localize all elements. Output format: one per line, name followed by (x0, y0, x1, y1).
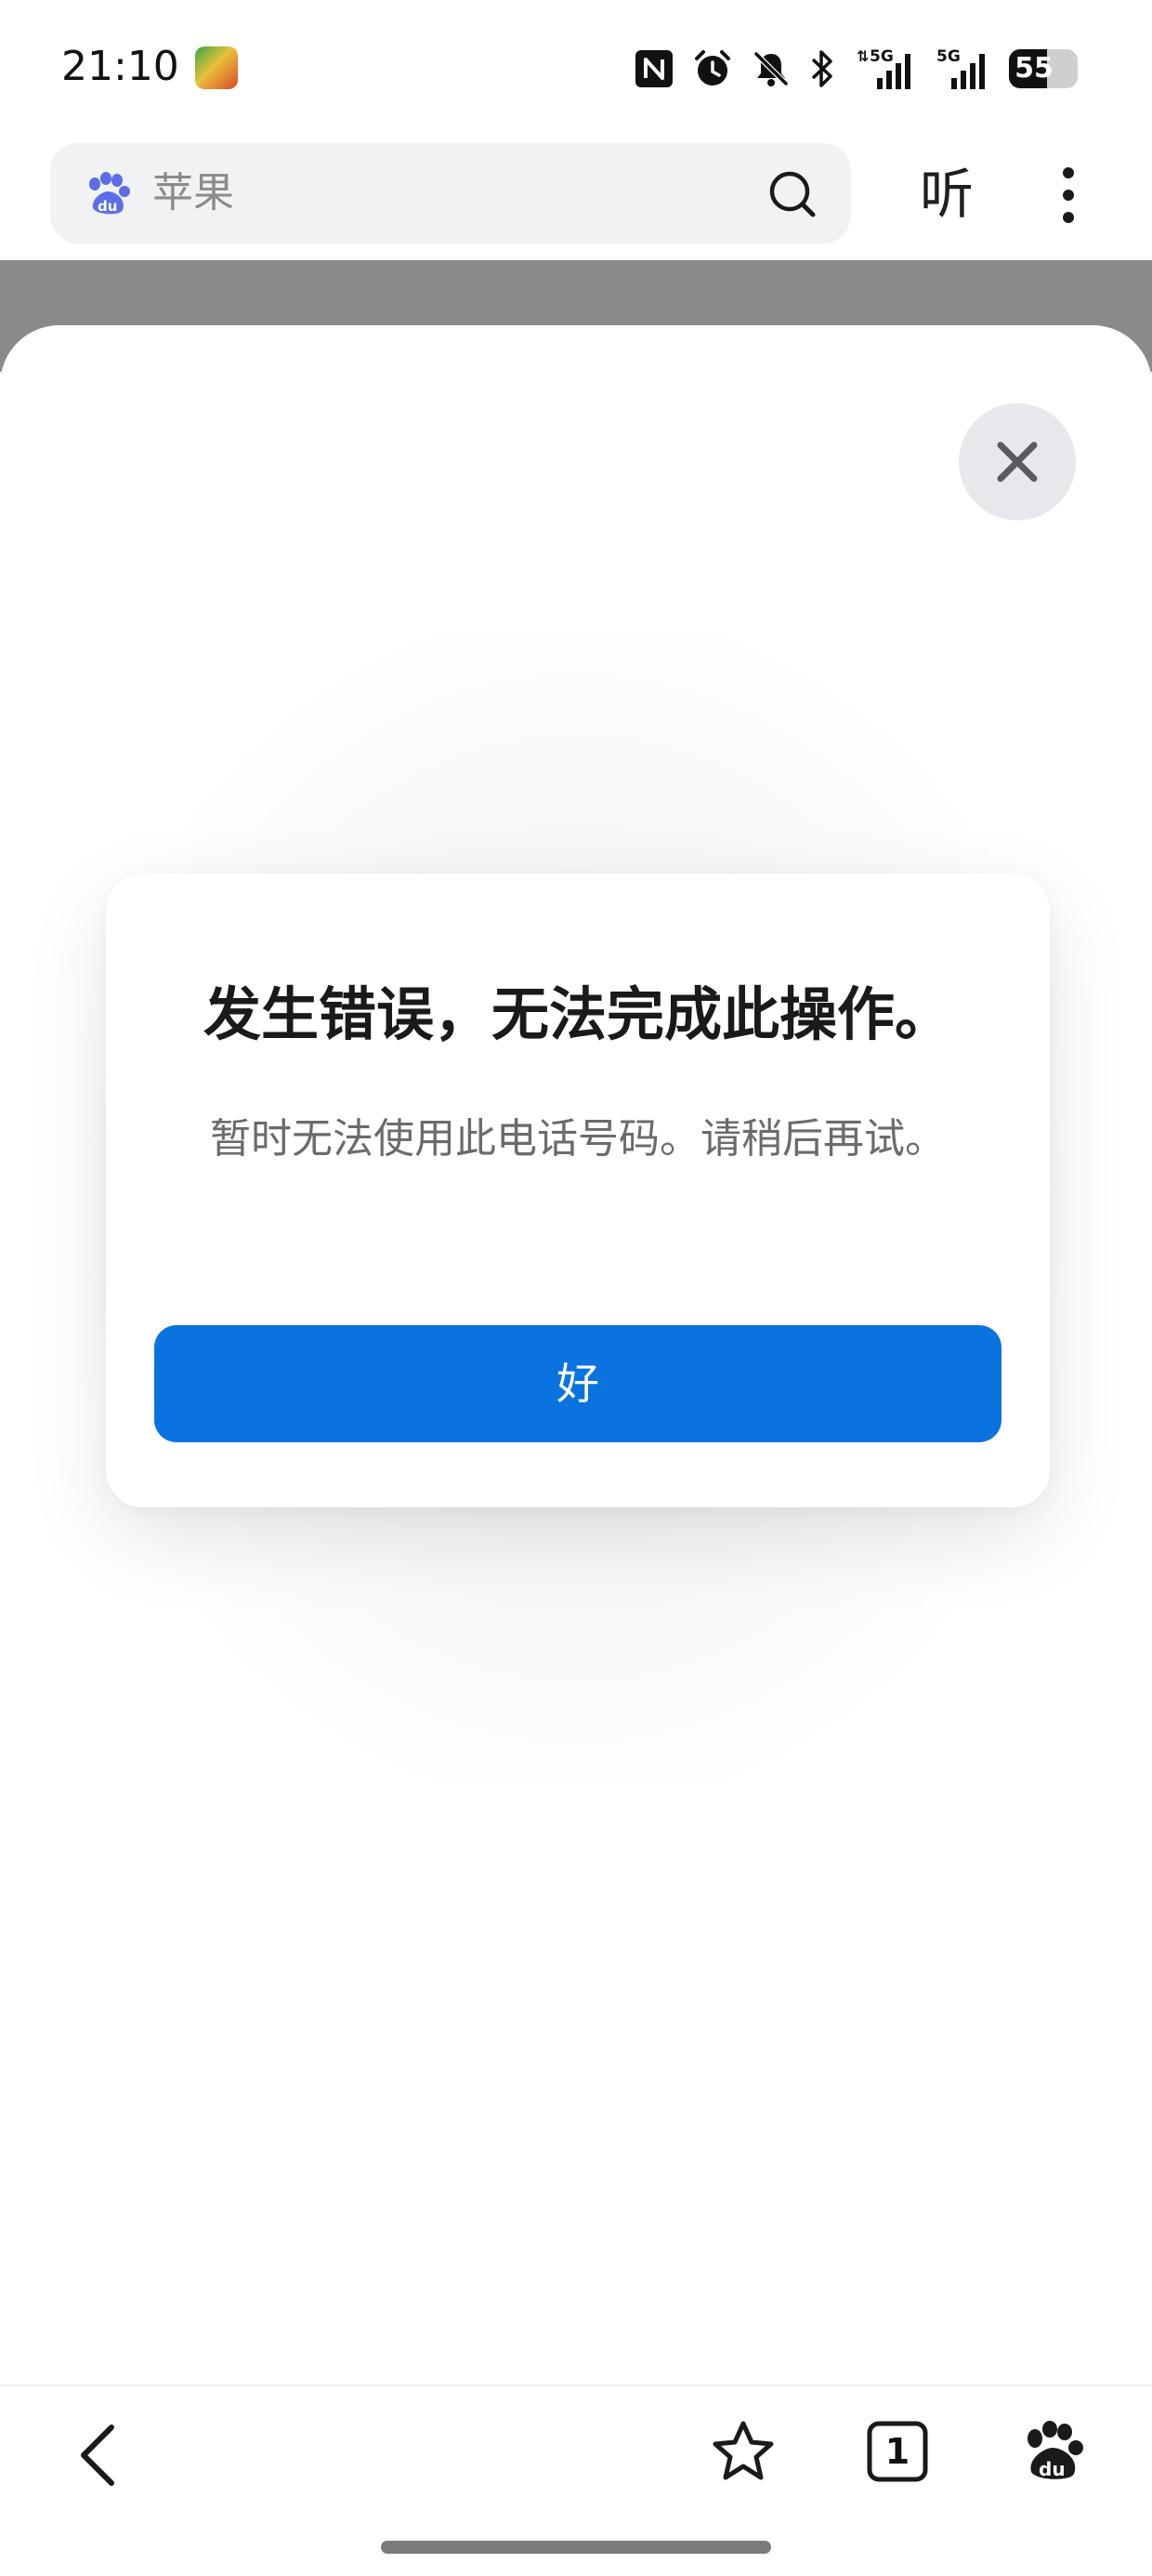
svg-text:⇅: ⇅ (857, 47, 869, 65)
dialog-message: 暂时无法使用此电话号码。请稍后再试。 (210, 1115, 946, 1163)
more-options-icon[interactable] (1055, 164, 1081, 227)
baidu-home-icon[interactable]: du (1020, 2420, 1085, 2485)
status-icons: ⇅ 5G 5G 55 (634, 43, 1078, 95)
search-header: du 苹果 听 (0, 130, 1152, 260)
signal-2-label: 5G (936, 47, 961, 66)
ok-button[interactable]: 好 (154, 1325, 1001, 1442)
signal-strength-2-icon: 5G (936, 47, 985, 89)
alarm-icon (695, 50, 730, 85)
back-icon[interactable] (71, 2422, 126, 2489)
mute-bell-icon (753, 51, 789, 86)
listen-button[interactable]: 听 (920, 160, 974, 229)
tabs-button[interactable]: 1 (866, 2420, 929, 2483)
svg-text:du: du (1039, 2458, 1066, 2480)
signal-strength-icon: ⇅ 5G (857, 47, 910, 89)
app-notification-icon (195, 46, 238, 89)
nfc-icon (635, 50, 673, 87)
dialog-title: 发生错误，无法完成此操作。 (203, 980, 952, 1048)
bottom-nav-divider (0, 2385, 1152, 2386)
signal-1-label: 5G (870, 47, 894, 66)
battery-level-text: 55 (1015, 52, 1054, 85)
baidu-paw-icon: du (89, 172, 130, 215)
close-icon (997, 441, 1038, 482)
search-input[interactable]: du 苹果 (50, 143, 851, 243)
status-time: 21:10 (61, 43, 179, 90)
search-icon[interactable] (767, 169, 818, 219)
svg-text:du: du (98, 198, 117, 215)
screen: 21:10 ⇅ 5G 5G 55 du 苹果 听 发生错误，无法完成此操作。 暂… (0, 0, 1152, 2576)
bluetooth-icon (811, 50, 832, 87)
bookmark-star-icon[interactable] (710, 2418, 777, 2485)
status-bar: 21:10 ⇅ 5G 5G 55 (0, 0, 1152, 130)
home-indicator[interactable] (381, 2541, 771, 2554)
error-dialog: 发生错误，无法完成此操作。 暂时无法使用此电话号码。请稍后再试。 好 (106, 874, 1050, 1507)
search-query-text: 苹果 (152, 169, 234, 217)
tab-count: 1 (884, 2431, 910, 2472)
battery-icon: 55 (1009, 49, 1078, 88)
close-button[interactable] (959, 403, 1076, 520)
